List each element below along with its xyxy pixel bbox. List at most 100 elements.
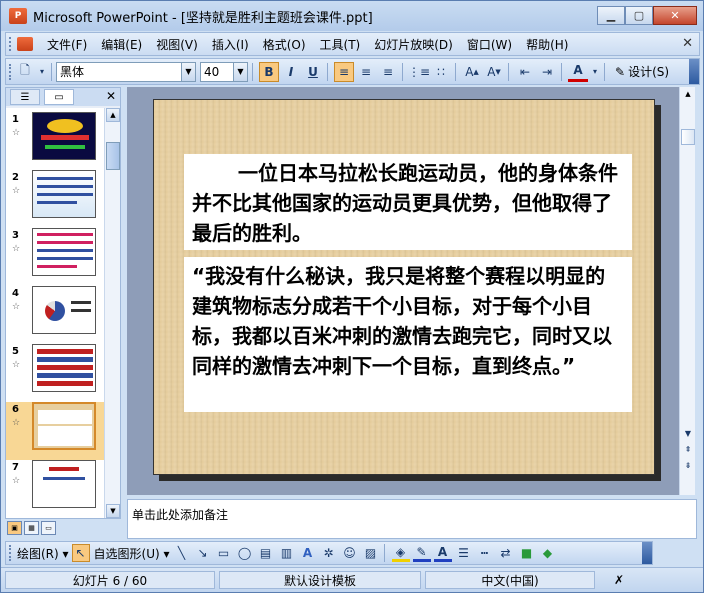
menu-view[interactable]: 视图(V)	[156, 36, 198, 53]
document-close-icon[interactable]: ✕	[682, 36, 693, 51]
slide-thumbnails[interactable]: 1 ☆ 2 ☆ 3 ☆ 4 ☆ 5 ☆ 6 ☆ 7 ☆	[6, 108, 104, 518]
menu-file[interactable]: 文件(F)	[47, 36, 87, 53]
rectangle-icon[interactable]: ▭	[215, 544, 233, 562]
toolbar-grip-handle[interactable]	[9, 545, 13, 561]
slide-thumbnail-3[interactable]: 3 ☆	[6, 228, 104, 286]
line-icon[interactable]: ╲	[173, 544, 191, 562]
slide-scrollbar[interactable]: ▲ ▼ ⇞ ⇟	[679, 87, 695, 495]
oval-icon[interactable]: ◯	[236, 544, 254, 562]
toolbar-separator	[327, 62, 328, 81]
design-button[interactable]: ✎ 设计(S)	[615, 63, 669, 80]
menu-tools[interactable]: 工具(T)	[320, 36, 361, 53]
next-slide-icon[interactable]: ⇟	[681, 459, 695, 472]
scrollbar-thumb[interactable]	[681, 129, 695, 145]
slide-thumbnail-7[interactable]: 7 ☆	[6, 460, 104, 518]
italic-button[interactable]: I	[281, 62, 301, 82]
design-icon: ✎	[615, 64, 626, 79]
slideshow-view-icon[interactable]: ▭	[41, 521, 56, 535]
drawing-toolbar: 绘图(R) ▾ ↖ 自选图形(U) ▾ ╲ ↘ ▭ ◯ ▤ ▥ A ✲ ☺ ▨ …	[5, 541, 653, 565]
3d-style-icon[interactable]: ◆	[539, 544, 557, 562]
menu-insert[interactable]: 插入(I)	[212, 36, 249, 53]
slide-thumbnail-4[interactable]: 4 ☆	[6, 286, 104, 344]
document-icon[interactable]	[17, 37, 33, 51]
bullet-list-icon[interactable]: ∷	[431, 62, 451, 82]
toolbar-grip-handle[interactable]	[9, 63, 13, 80]
scroll-up-icon[interactable]: ▲	[681, 87, 695, 101]
toolbar-overflow-icon[interactable]	[642, 542, 652, 564]
tab-slides[interactable]: ▭	[44, 89, 74, 105]
align-center-icon[interactable]: ≡	[356, 62, 376, 82]
scroll-up-icon[interactable]: ▲	[106, 108, 120, 122]
toolbar-options-icon[interactable]: ▾	[37, 62, 47, 82]
slide-thumbnail-2[interactable]: 2 ☆	[6, 170, 104, 228]
font-color-icon[interactable]: A	[433, 544, 452, 562]
animation-star-icon: ☆	[12, 418, 21, 428]
diagram-icon[interactable]: ✲	[320, 544, 338, 562]
slide-preview	[32, 228, 96, 276]
font-name-value: 黑体	[60, 65, 85, 79]
fill-color-icon[interactable]: ◈	[391, 544, 410, 562]
slide-text-box-1[interactable]: 一位日本马拉松长跑运动员，他的身体条件并不比其他国家的运动员更具优势，但他取得了…	[184, 154, 632, 250]
menu-help[interactable]: 帮助(H)	[526, 36, 568, 53]
underline-button[interactable]: U	[303, 62, 323, 82]
scroll-down-icon[interactable]: ▼	[681, 427, 695, 440]
arrow-icon[interactable]: ↘	[194, 544, 212, 562]
tab-outline[interactable]: ☰	[10, 89, 40, 105]
chevron-down-icon[interactable]: ▾	[590, 62, 600, 82]
dash-style-icon[interactable]: ┅	[476, 544, 494, 562]
shadow-style-icon[interactable]: ■	[518, 544, 536, 562]
pane-tabs: ☰ ▭ ✕	[6, 88, 120, 106]
chevron-down-icon[interactable]: ▼	[181, 62, 195, 81]
line-color-icon[interactable]: ✎	[412, 544, 431, 562]
slide-sorter-view-icon[interactable]: ▦	[24, 521, 39, 535]
spelling-check-icon[interactable]: ✗	[599, 571, 639, 589]
wordart-icon[interactable]: A	[299, 544, 317, 562]
arrow-style-icon[interactable]: ⇄	[497, 544, 515, 562]
new-document-icon[interactable]: 🗋	[15, 62, 35, 82]
font-color-icon[interactable]: A	[568, 62, 588, 82]
menu-slideshow[interactable]: 幻灯片放映(D)	[374, 36, 453, 53]
menu-grip-handle[interactable]	[9, 37, 13, 51]
decrease-font-icon[interactable]: A ▼	[484, 62, 504, 82]
align-right-icon[interactable]: ≡	[378, 62, 398, 82]
scroll-down-icon[interactable]: ▼	[106, 504, 120, 518]
decrease-indent-icon[interactable]: ⇤	[515, 62, 535, 82]
slide-preview	[32, 170, 96, 218]
close-button[interactable]: ✕	[653, 6, 697, 25]
select-pointer-icon[interactable]: ↖	[71, 544, 90, 562]
clipart-icon[interactable]: ☺	[341, 544, 359, 562]
picture-icon[interactable]: ▨	[362, 544, 380, 562]
font-size-combo[interactable]: 40 ▼	[200, 61, 248, 82]
increase-font-icon[interactable]: A ▲	[462, 62, 482, 82]
powerpoint-app-icon[interactable]: P	[9, 8, 27, 24]
toolbar-overflow-icon[interactable]	[689, 59, 699, 84]
menu-format[interactable]: 格式(O)	[263, 36, 306, 53]
scrollbar-thumb[interactable]	[106, 142, 120, 170]
text-box-icon[interactable]: ▤	[257, 544, 275, 562]
toolbar-separator	[455, 62, 456, 81]
font-name-combo[interactable]: 黑体 ▼	[56, 61, 196, 82]
chevron-down-icon[interactable]: ▼	[233, 62, 247, 81]
menu-edit[interactable]: 编辑(E)	[101, 36, 142, 53]
pane-close-icon[interactable]: ✕	[106, 89, 116, 103]
minimize-button[interactable]: ▁	[597, 6, 625, 25]
align-left-icon[interactable]: ≡	[334, 61, 354, 82]
notes-pane[interactable]: 单击此处添加备注	[127, 499, 697, 539]
current-slide[interactable]: 一位日本马拉松长跑运动员，他的身体条件并不比其他国家的运动员更具优势，但他取得了…	[153, 99, 655, 475]
slide-thumbnail-1[interactable]: 1 ☆	[6, 112, 104, 170]
slide-thumbnail-6[interactable]: 6 ☆	[6, 402, 104, 460]
slide-text-box-2[interactable]: “我没有什么秘诀，我只是将整个赛程以明显的建筑物标志分成若干个小目标，对于每个小…	[184, 257, 632, 412]
menu-window[interactable]: 窗口(W)	[467, 36, 512, 53]
increase-indent-icon[interactable]: ⇥	[537, 62, 557, 82]
line-style-icon[interactable]: ☰	[455, 544, 473, 562]
maximize-button[interactable]: ▢	[625, 6, 653, 25]
normal-view-icon[interactable]: ▣	[7, 521, 22, 535]
draw-menu-button[interactable]: 绘图(R) ▾	[17, 545, 69, 562]
slide-thumbnail-5[interactable]: 5 ☆	[6, 344, 104, 402]
previous-slide-icon[interactable]: ⇞	[681, 443, 695, 456]
numbered-list-icon[interactable]: ⋮≡	[408, 62, 430, 82]
vertical-text-box-icon[interactable]: ▥	[278, 544, 296, 562]
bold-button[interactable]: B	[259, 61, 279, 82]
slides-pane-scrollbar[interactable]: ▲ ▼	[104, 108, 120, 518]
autoshapes-menu-button[interactable]: 自选图形(U) ▾	[94, 545, 170, 562]
